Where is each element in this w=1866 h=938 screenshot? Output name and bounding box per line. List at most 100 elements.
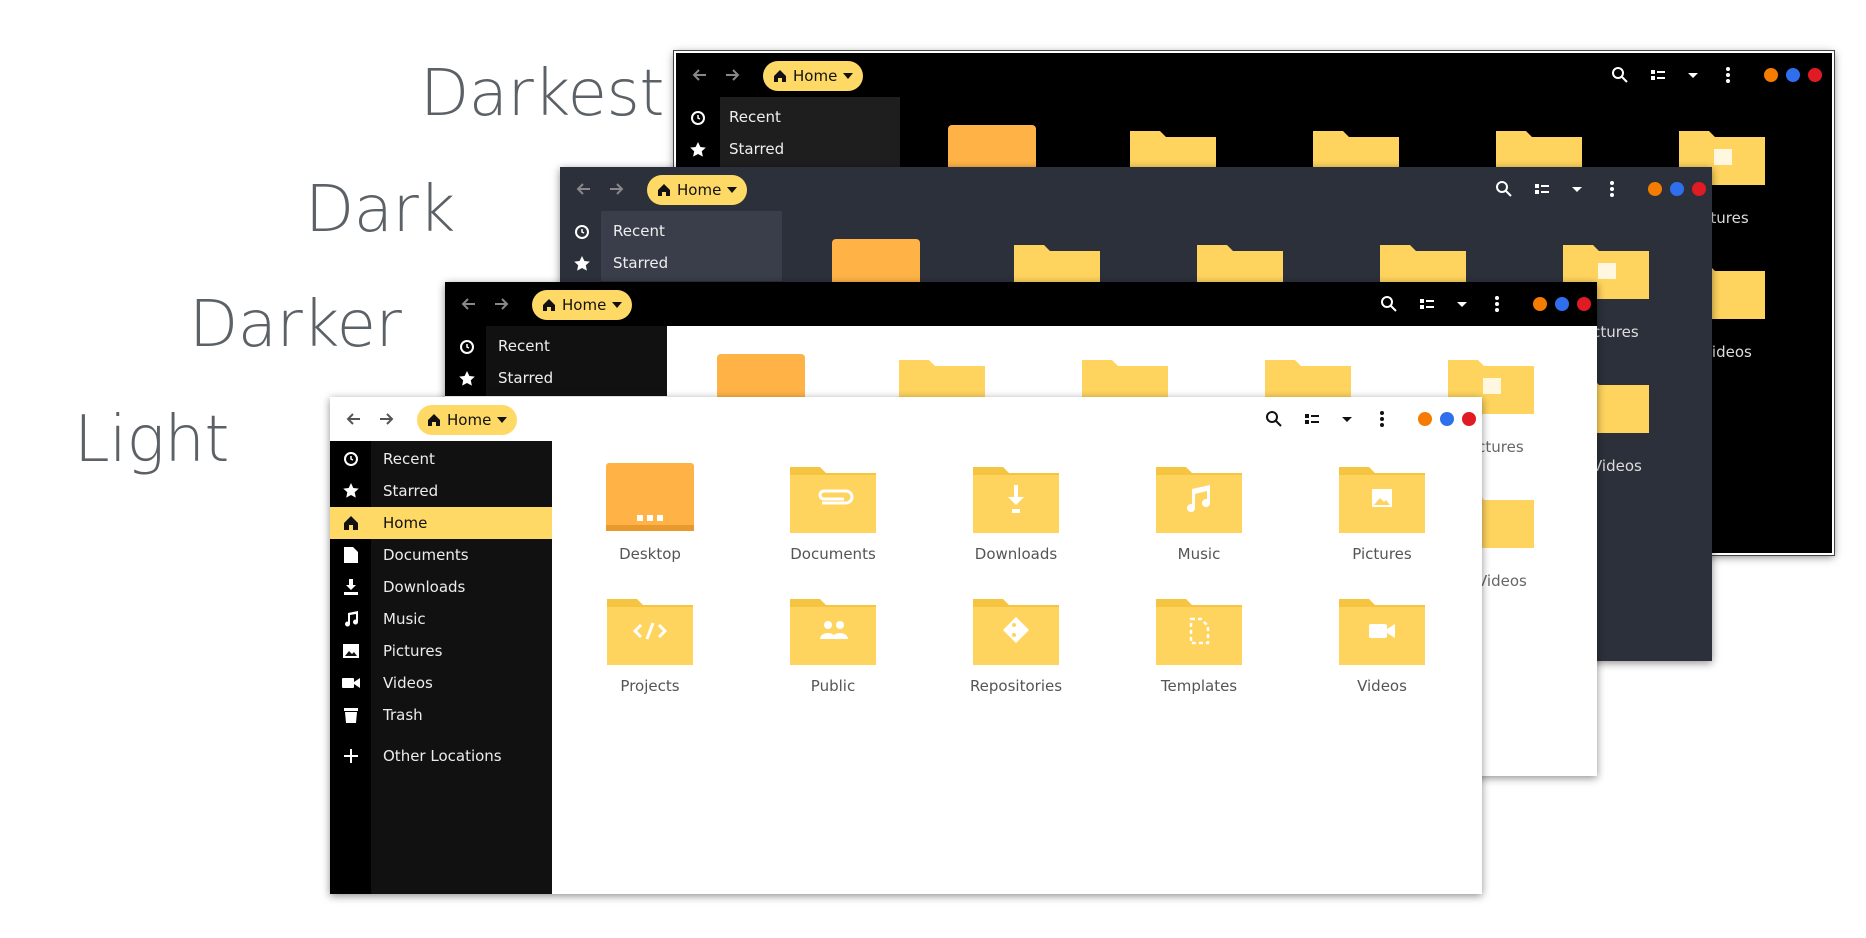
view-list-icon[interactable] xyxy=(1300,407,1324,431)
folder-item-desktop[interactable]: Desktop xyxy=(575,463,725,563)
menu-kebab-icon[interactable] xyxy=(1600,177,1624,201)
sidebar-item-label: Starred xyxy=(498,369,554,387)
home-icon xyxy=(343,516,358,530)
minimize-button[interactable] xyxy=(1648,182,1662,196)
star-icon xyxy=(690,142,706,157)
trash-icon xyxy=(343,708,358,723)
maximize-button[interactable] xyxy=(1786,68,1800,82)
folder-item-downloads[interactable]: Downloads xyxy=(941,463,1091,563)
maximize-button[interactable] xyxy=(1440,412,1454,426)
folder-item-projects[interactable]: Projects xyxy=(575,595,725,695)
folder-label-partial: Videos xyxy=(1592,457,1642,475)
paperclip-folder-icon xyxy=(790,467,876,533)
view-list-icon[interactable] xyxy=(1415,292,1439,316)
caret-down-icon xyxy=(843,73,854,79)
back-arrow-icon[interactable] xyxy=(342,407,366,431)
caret-down-icon xyxy=(497,417,508,423)
minimize-button[interactable] xyxy=(1533,297,1547,311)
sidebar-item-label: Videos xyxy=(383,674,433,692)
home-icon xyxy=(658,184,670,196)
sidebar-item-other-locations[interactable]: Other Locations xyxy=(330,740,552,772)
folder-item-music[interactable]: Music xyxy=(1124,463,1274,563)
sidebar-item-trash[interactable]: Trash xyxy=(330,699,552,731)
sidebar-item-home[interactable]: Home xyxy=(330,507,552,539)
folder-item-templates[interactable]: Templates xyxy=(1124,595,1274,695)
folder-label-partial: Videos xyxy=(1477,572,1527,590)
minimize-button[interactable] xyxy=(1418,412,1432,426)
sidebar-item-music[interactable]: Music xyxy=(330,603,552,635)
view-options-caret-icon[interactable] xyxy=(1450,292,1474,316)
home-path-button[interactable]: Home xyxy=(532,290,633,320)
video-folder-icon xyxy=(1339,599,1425,665)
menu-kebab-icon[interactable] xyxy=(1370,407,1394,431)
folder-item-public[interactable]: Public xyxy=(758,595,908,695)
sidebar-item-label: Starred xyxy=(613,254,669,272)
document-icon xyxy=(343,547,358,563)
download-icon xyxy=(343,579,358,595)
menu-kebab-icon[interactable] xyxy=(1716,63,1740,87)
video-icon xyxy=(341,678,360,688)
git-folder-icon xyxy=(973,599,1059,665)
folder-item-videos[interactable]: Videos xyxy=(1307,595,1457,695)
folder-item-pictures[interactable]: Pictures xyxy=(1307,463,1457,563)
forward-arrow-icon[interactable] xyxy=(604,177,628,201)
search-icon[interactable] xyxy=(1377,292,1401,316)
back-arrow-icon[interactable] xyxy=(457,292,481,316)
theme-label-darker: Darker xyxy=(189,288,402,362)
sidebar-item-recent[interactable]: Recent xyxy=(330,443,552,475)
forward-arrow-icon[interactable] xyxy=(489,292,513,316)
window-light: Home Recent Starred Home Documents Downl… xyxy=(330,397,1482,894)
music-icon xyxy=(344,611,358,627)
view-options-caret-icon[interactable] xyxy=(1565,177,1589,201)
home-path-button[interactable]: Home xyxy=(417,405,518,435)
clock-icon xyxy=(575,225,589,239)
star-icon xyxy=(459,371,475,386)
clock-icon xyxy=(691,111,705,125)
folder-item-repositories[interactable]: Repositories xyxy=(941,595,1091,695)
view-options-caret-icon[interactable] xyxy=(1335,407,1359,431)
sidebar-item-starred[interactable]: Starred xyxy=(330,475,552,507)
maximize-button[interactable] xyxy=(1670,182,1684,196)
view-list-icon[interactable] xyxy=(1646,63,1670,87)
theme-label-light: Light xyxy=(74,403,230,477)
picture-icon xyxy=(342,644,359,658)
home-path-button[interactable]: Home xyxy=(763,61,864,91)
home-icon xyxy=(428,414,440,426)
menu-kebab-icon[interactable] xyxy=(1485,292,1509,316)
view-list-icon[interactable] xyxy=(1530,177,1554,201)
back-arrow-icon[interactable] xyxy=(688,63,712,87)
close-button[interactable] xyxy=(1808,68,1822,82)
file-grid: Desktop Documents Downloads Music Pictur… xyxy=(552,441,1482,894)
sidebar: Recent Starred Home Documents Downloads … xyxy=(330,441,552,894)
folder-item-documents[interactable]: Documents xyxy=(758,463,908,563)
maximize-button[interactable] xyxy=(1555,297,1569,311)
search-icon[interactable] xyxy=(1492,177,1516,201)
sidebar-item-label: Trash xyxy=(383,706,423,724)
close-button[interactable] xyxy=(1577,297,1591,311)
sidebar-item-label: Other Locations xyxy=(383,747,502,765)
sidebar-item-label: Pictures xyxy=(383,642,443,660)
folder-name: Videos xyxy=(1357,677,1407,695)
plus-icon xyxy=(343,749,358,763)
sidebar-item-pictures[interactable]: Pictures xyxy=(330,635,552,667)
folder-name: Downloads xyxy=(974,545,1058,563)
window-controls xyxy=(1533,297,1591,311)
titlebar: Home xyxy=(560,167,1712,211)
search-icon[interactable] xyxy=(1262,407,1286,431)
view-options-caret-icon[interactable] xyxy=(1681,63,1705,87)
sidebar-item-documents[interactable]: Documents xyxy=(330,539,552,571)
forward-arrow-icon[interactable] xyxy=(720,63,744,87)
home-path-button[interactable]: Home xyxy=(647,175,748,205)
forward-arrow-icon[interactable] xyxy=(374,407,398,431)
sidebar-item-downloads[interactable]: Downloads xyxy=(330,571,552,603)
music-folder-icon xyxy=(1156,467,1242,533)
sidebar-item-videos[interactable]: Videos xyxy=(330,667,552,699)
back-arrow-icon[interactable] xyxy=(572,177,596,201)
search-icon[interactable] xyxy=(1608,63,1632,87)
close-button[interactable] xyxy=(1462,412,1476,426)
desktop-folder-icon xyxy=(606,463,694,531)
minimize-button[interactable] xyxy=(1764,68,1778,82)
close-button[interactable] xyxy=(1692,182,1706,196)
download-folder-icon xyxy=(973,467,1059,533)
sidebar-item-label: Recent xyxy=(613,222,665,240)
